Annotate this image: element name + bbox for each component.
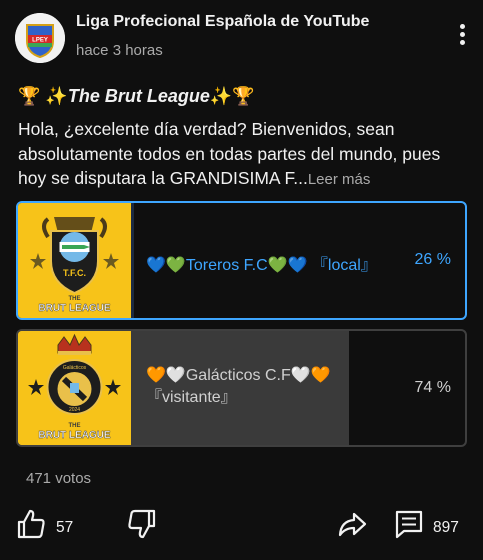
crest-year-galacticos: 2024 — [69, 407, 80, 413]
share-icon[interactable] — [337, 508, 367, 545]
option-percent-galacticos: 74 % — [414, 379, 451, 396]
banner-small-galacticos: THE — [69, 423, 81, 429]
banner-toreros: BRUT LEAGUE — [38, 303, 111, 314]
poll-option-galacticos[interactable]: Galácticos 2024 THE BRUT LEAGUE 🧡🤍Galáct… — [16, 329, 467, 447]
comment-icon[interactable] — [394, 508, 424, 545]
option-percent-toreros: 26 % — [414, 251, 451, 268]
kebab-menu-icon[interactable] — [452, 24, 472, 50]
title-emoji-right: ✨🏆 — [209, 86, 255, 106]
read-more-link[interactable]: Leer más — [308, 171, 371, 188]
like-count: 57 — [56, 519, 74, 536]
post-body: Hola, ¿excelente día verdad? Bienvenidos… — [18, 117, 468, 193]
avatar-text: LPEY — [32, 38, 48, 44]
post-body-text: Hola, ¿excelente día verdad? Bienvenidos… — [18, 119, 441, 188]
option-label-toreros: 💙💚Toreros F.C💚💙 『local』 — [146, 257, 377, 274]
title-emoji-left: 🏆 ✨ — [18, 86, 68, 106]
vote-count: 471 votos — [26, 470, 92, 487]
channel-avatar[interactable]: LPEY — [15, 13, 65, 63]
dislike-icon[interactable] — [127, 508, 157, 545]
option-thumbnail-toreros: T.F.C. THE BRUT LEAGUE — [18, 203, 131, 318]
post-actions: 57 897 — [0, 508, 483, 548]
post-header: LPEY Liga Profecional Española de YouTub… — [0, 0, 483, 80]
crest-text-galacticos: Galácticos — [63, 365, 87, 371]
post-title: 🏆 ✨The Brut League✨🏆 — [18, 86, 255, 107]
banner-galacticos: BRUT LEAGUE — [38, 430, 111, 441]
comment-count: 897 — [433, 519, 459, 536]
poll-option-toreros[interactable]: T.F.C. THE BRUT LEAGUE 💙💚Toreros F.C💚💙 『… — [16, 201, 467, 320]
channel-name[interactable]: Liga Profecional Española de YouTube — [76, 13, 369, 31]
post-timestamp: hace 3 horas — [76, 42, 163, 59]
banner-small-toreros: THE — [69, 296, 81, 302]
option-label-galacticos: 🧡🤍Galácticos C.F🤍🧡 『visitante』 — [146, 367, 331, 406]
like-icon[interactable] — [16, 508, 46, 545]
title-text: The Brut League — [67, 86, 210, 106]
crest-text-toreros: T.F.C. — [63, 268, 86, 278]
option-thumbnail-galacticos: Galácticos 2024 THE BRUT LEAGUE — [18, 331, 131, 445]
